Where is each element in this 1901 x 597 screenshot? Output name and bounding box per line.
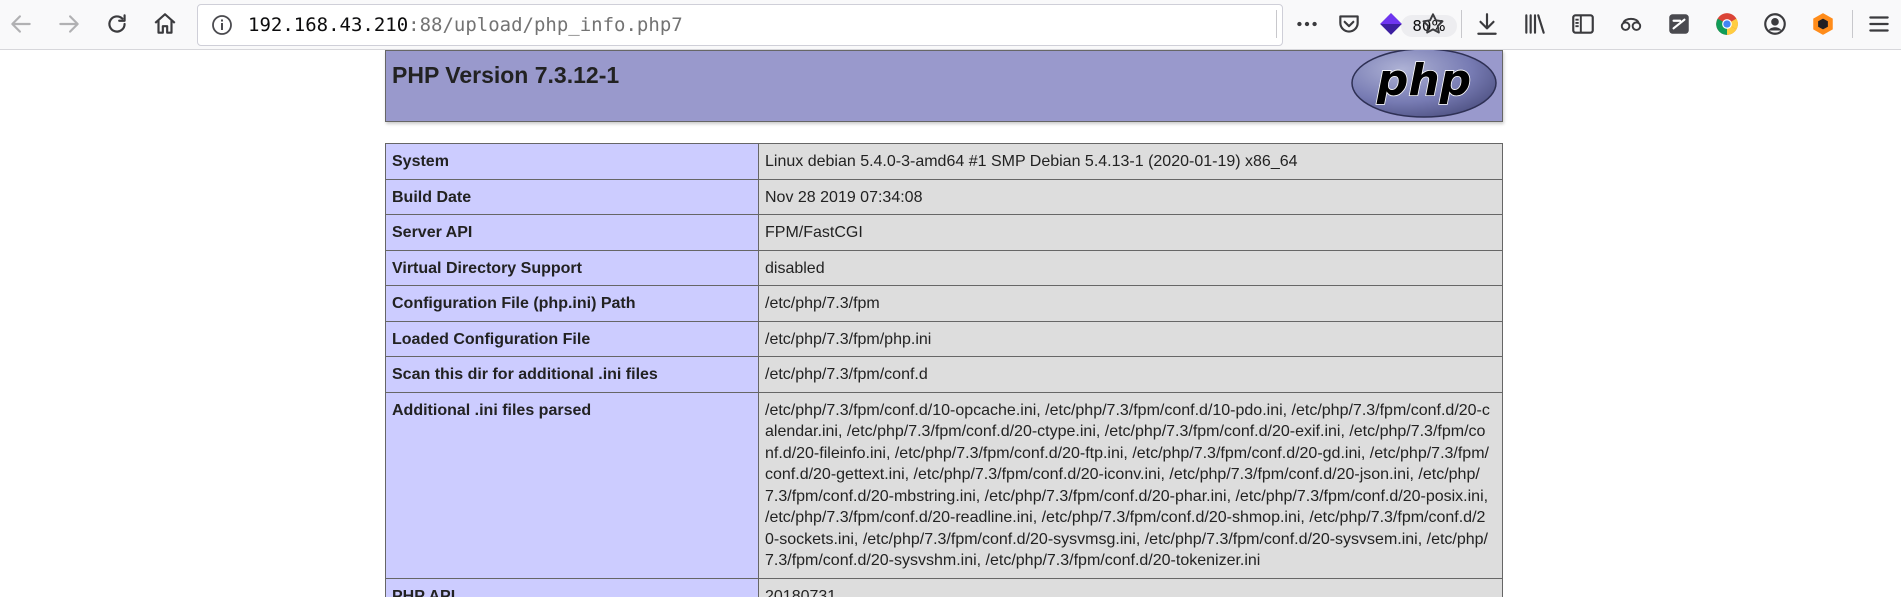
url-text[interactable]: 192.168.43.210:88/upload/php_info.php7 [248,13,683,37]
logo-text: php [1376,55,1471,106]
menu-button[interactable] [1861,6,1897,42]
table-row: Server API FPM/FastCGI [385,214,1503,251]
library-button[interactable] [1517,6,1553,42]
account-icon [1764,13,1786,35]
table-row: Additional .ini files parsed/etc/php/7.3… [385,391,1503,579]
page-title: PHP Version 7.3.12-1 [392,62,620,88]
home-button[interactable] [147,6,183,42]
setting-value: Nov 28 2019 07:34:08 [758,178,1503,215]
back-icon [11,15,31,33]
extension-button[interactable] [1661,6,1697,42]
setting-value: disabled [758,249,1503,286]
php-logo[interactable]: php [1350,50,1498,119]
table-row: Virtual Directory Support disabled [385,249,1503,286]
chrome-icon [1716,13,1738,35]
extension-button[interactable] [1805,6,1841,42]
url-path: :88/upload/php_info.php7 [408,14,683,36]
extension-button[interactable] [1613,6,1649,42]
phpinfo-table: System Linux debian 5.4.0-3-amd64 #1 SMP … [385,143,1503,597]
menu-icon [1869,16,1889,32]
table-row: Configuration File (php.ini) Path/etc/ph… [385,285,1503,322]
table-row: Loaded Configuration File/etc/php/7.3/fp… [385,320,1503,357]
setting-value: /etc/php/7.3/fpm/php.ini [758,320,1503,357]
setting-value: /etc/php/7.3/fpm [758,285,1503,322]
setting-value: /etc/php/7.3/fpm/conf.d [758,356,1503,393]
back-button[interactable] [3,6,39,42]
page-content: PHP Version 7.3.12-1 php System Linux deb… [0,50,1901,597]
forward-icon [59,15,79,33]
toolbar-divider [1852,10,1853,38]
setting-name: Loaded Configuration File [385,320,759,357]
setting-name: Build Date [385,178,759,215]
setting-value: FPM/FastCGI [758,214,1503,251]
extension-icon [1669,14,1689,34]
extension-icon [1380,13,1402,35]
phpinfo-header: PHP Version 7.3.12-1 php [385,50,1503,122]
download-icon [1477,13,1497,35]
bookmark-star-icon [1422,13,1444,34]
info-icon[interactable] [210,13,234,37]
table-row: Build Date Nov 28 2019 07:34:08 [385,178,1503,215]
home-icon [154,13,176,34]
bookmark-button[interactable] [1415,6,1451,42]
setting-value: 20180731 [758,577,1503,597]
setting-name: Scan this dir for additional .ini files [385,356,759,393]
downloads-button[interactable] [1469,6,1505,42]
extension-icon [1620,17,1642,31]
toolbar-divider [1461,10,1462,38]
more-icon [1297,21,1317,27]
setting-value: /etc/php/7.3/fpm/conf.d/10-opcache.ini, … [758,391,1503,579]
pocket-icon [1339,15,1359,33]
reload-icon [108,14,126,33]
url-bar[interactable]: 192.168.43.210:88/upload/php_info.php7 8… [197,4,1457,46]
page-actions-button[interactable] [1289,6,1325,42]
sidebar-icon [1572,14,1594,34]
account-button[interactable] [1757,6,1793,42]
table-row: System Linux debian 5.4.0-3-amd64 #1 SMP … [385,143,1503,180]
setting-name: Configuration File (php.ini) Path [385,285,759,322]
setting-name: Virtual Directory Support [385,249,759,286]
setting-name: PHP API [385,577,759,597]
toolbar-divider [1276,10,1277,38]
pocket-button[interactable] [1331,6,1367,42]
extension-button[interactable] [1373,6,1409,42]
table-row: Scan this dir for additional .ini files /… [385,356,1503,393]
setting-name: Additional .ini files parsed [385,391,759,579]
sidebar-button[interactable] [1565,6,1601,42]
setting-name: System [385,143,759,180]
setting-name: Server API [385,214,759,251]
reload-button[interactable] [99,6,135,42]
browser-toolbar: 192.168.43.210:88/upload/php_info.php7 8… [0,0,1901,50]
url-host: 192.168.43.210 [248,14,409,36]
extension-icon [1813,13,1833,35]
library-icon [1525,14,1545,34]
forward-button[interactable] [51,6,87,42]
table-row: PHP API 20180731 [385,577,1503,597]
setting-value: Linux debian 5.4.0-3-amd64 #1 SMP Debian… [758,143,1503,180]
chrome-extension-button[interactable] [1709,6,1745,42]
